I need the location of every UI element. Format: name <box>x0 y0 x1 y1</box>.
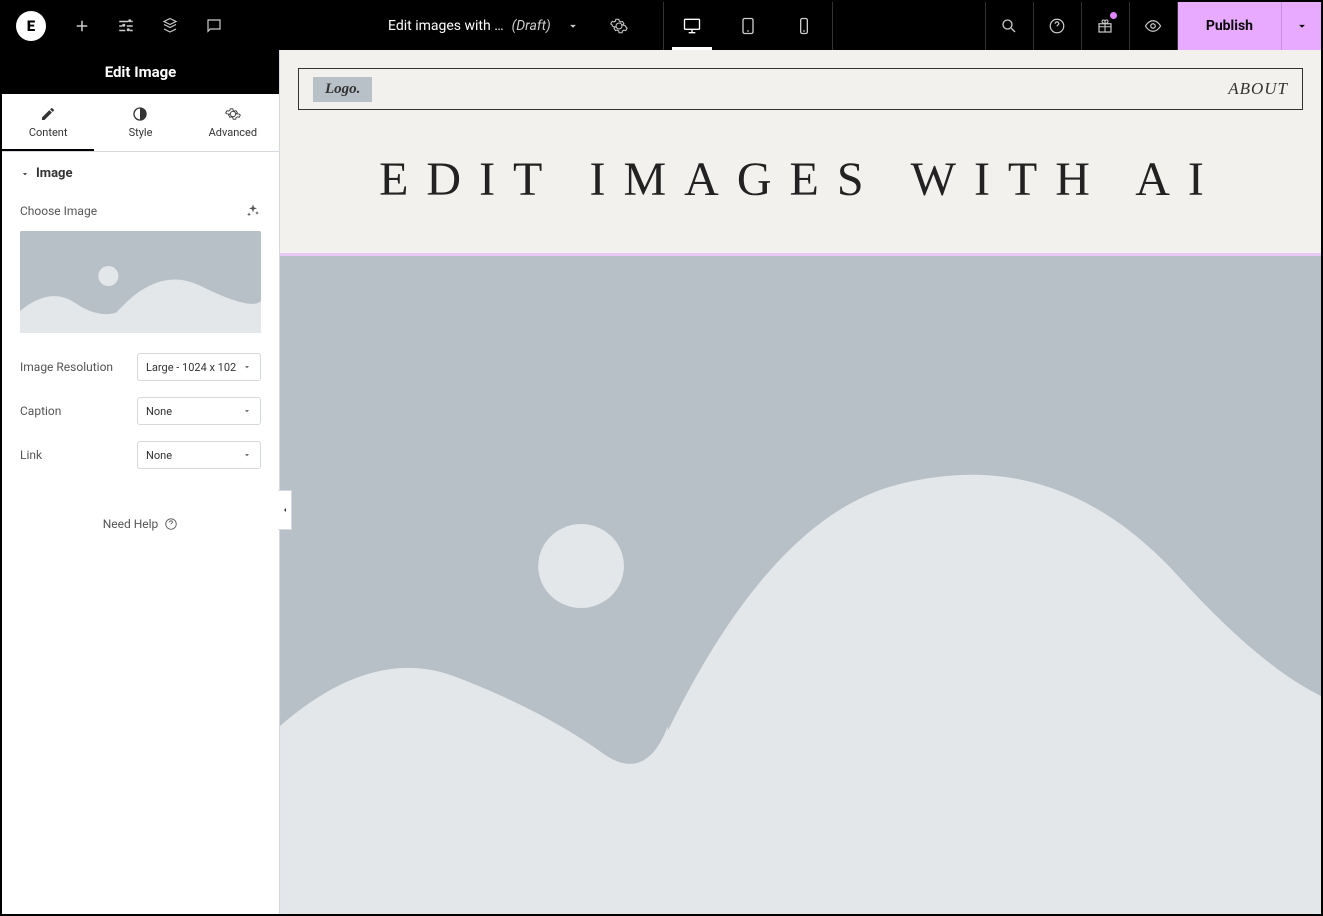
tab-content-label: Content <box>29 126 68 139</box>
tab-advanced-label: Advanced <box>209 126 257 139</box>
resolution-select[interactable]: Large - 1024 x 102 <box>137 353 261 381</box>
ai-sparkle-icon[interactable] <box>245 203 261 219</box>
choose-image-preview[interactable] <box>20 231 261 333</box>
document-status: (Draft) <box>512 18 551 34</box>
need-help-label: Need Help <box>103 517 159 531</box>
main-area: Edit Image Content Style Advanced Image … <box>2 50 1321 914</box>
finder-search-button[interactable] <box>985 2 1033 50</box>
topbar-right: Publish <box>985 2 1321 50</box>
structure-button[interactable] <box>148 2 192 50</box>
link-select[interactable]: None <box>137 441 261 469</box>
document-dropdown[interactable] <box>559 12 587 40</box>
image-placeholder[interactable] <box>280 256 1321 914</box>
section-image-toggle[interactable]: Image <box>2 152 279 195</box>
canvas-preview[interactable]: Logo. ABOUT EDIT IMAGES WITH AI <box>280 50 1321 914</box>
whats-new-button[interactable] <box>1081 2 1129 50</box>
responsive-devices <box>663 2 833 50</box>
page-heading: EDIT IMAGES WITH AI <box>280 110 1321 253</box>
top-bar: E Edit images with … (Draft) Publish <box>2 2 1321 50</box>
choose-image-label: Choose Image <box>20 204 97 218</box>
page-settings-button[interactable] <box>599 2 639 50</box>
elementor-logo-icon[interactable]: E <box>16 11 46 41</box>
tab-advanced[interactable]: Advanced <box>187 94 279 151</box>
tab-content[interactable]: Content <box>2 94 94 151</box>
resolution-row: Image Resolution Large - 1024 x 102 <box>2 345 279 389</box>
add-element-button[interactable] <box>60 2 104 50</box>
preview-button[interactable] <box>1129 2 1177 50</box>
section-image-label: Image <box>36 166 72 181</box>
collapse-sidebar-handle[interactable] <box>278 490 292 530</box>
publish-button[interactable]: Publish <box>1177 2 1281 50</box>
notification-dot-icon <box>1110 12 1117 19</box>
caption-select[interactable]: None <box>137 397 261 425</box>
editor-sidebar: Edit Image Content Style Advanced Image … <box>2 50 280 914</box>
resolution-value: Large - 1024 x 102 <box>146 361 236 374</box>
caption-row: Caption None <box>2 389 279 433</box>
link-value: None <box>146 449 172 462</box>
tab-style-label: Style <box>129 126 153 139</box>
device-desktop-button[interactable] <box>664 2 720 50</box>
document-title: Edit images with … <box>388 18 504 34</box>
topbar-left: E <box>2 2 236 50</box>
site-logo[interactable]: Logo. <box>313 77 372 102</box>
publish-options-button[interactable] <box>1281 2 1321 50</box>
topbar-center: Edit images with … (Draft) <box>236 2 985 50</box>
nav-about-link[interactable]: ABOUT <box>1228 79 1288 99</box>
page-header: Logo. ABOUT <box>298 68 1303 110</box>
need-help-link[interactable]: Need Help <box>2 477 279 571</box>
notes-button[interactable] <box>192 2 236 50</box>
site-settings-button[interactable] <box>104 2 148 50</box>
choose-image-row: Choose Image <box>2 195 279 227</box>
panel-tabs: Content Style Advanced <box>2 94 279 152</box>
caption-value: None <box>146 405 172 418</box>
resolution-label: Image Resolution <box>20 360 113 374</box>
link-label: Link <box>20 448 42 462</box>
caption-label: Caption <box>20 404 61 418</box>
panel-title: Edit Image <box>2 50 279 94</box>
help-button[interactable] <box>1033 2 1081 50</box>
link-row: Link None <box>2 433 279 477</box>
device-tablet-button[interactable] <box>720 2 776 50</box>
device-mobile-button[interactable] <box>776 2 832 50</box>
tab-style[interactable]: Style <box>94 94 186 151</box>
